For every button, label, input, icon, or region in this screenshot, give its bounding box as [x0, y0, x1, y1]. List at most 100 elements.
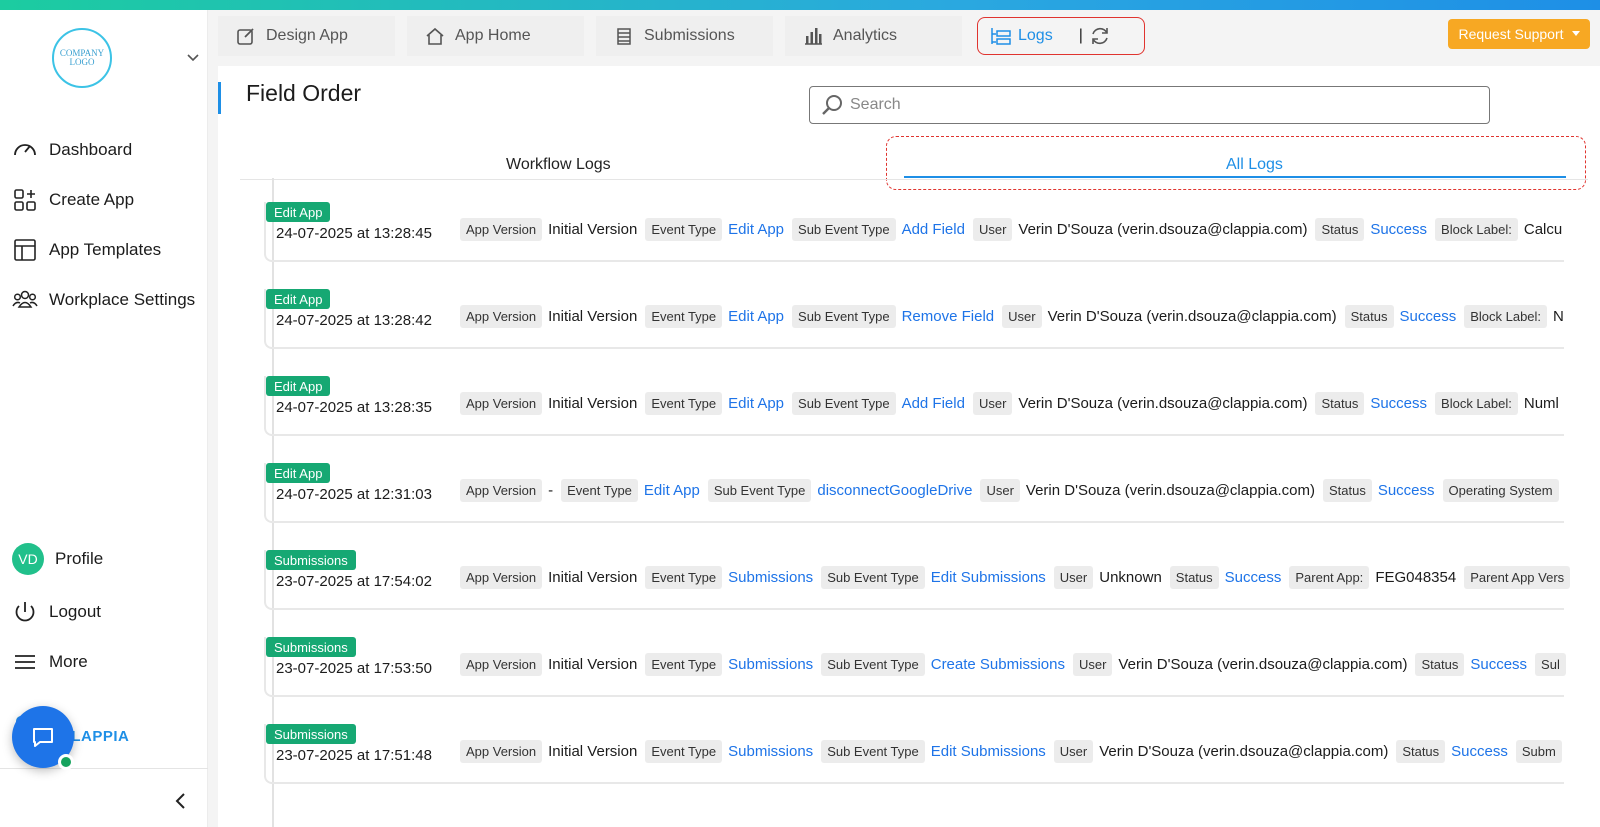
log-fields: App Version Initial Version Event Type S… [460, 653, 1566, 676]
field-link[interactable]: Remove Field [902, 308, 995, 325]
log-row[interactable]: Edit App 24-07-2025 at 13:28:42 App Vers… [264, 289, 1564, 349]
search-input[interactable] [850, 96, 1470, 114]
home-icon [426, 27, 444, 45]
sidebar-item-label: App Templates [49, 240, 162, 259]
divider [0, 768, 208, 769]
field-value: Verin D'Souza (verin.dsouza@clappia.com) [1118, 656, 1408, 673]
sidebar-item-profile[interactable]: VD Profile [12, 543, 104, 575]
field-link[interactable]: Success [1370, 395, 1427, 412]
field-label: Event Type [645, 305, 723, 328]
sidebar-item-logout[interactable]: Logout [12, 597, 101, 627]
field-link[interactable]: Edit App [728, 308, 784, 325]
sidebar-item-app-templates[interactable]: App Templates [12, 235, 161, 265]
request-support-button[interactable]: Request Support [1448, 19, 1590, 49]
tab-analytics[interactable]: Analytics [785, 16, 962, 56]
tab-label: Design App [266, 27, 348, 44]
field-label: Sub Event Type [821, 653, 925, 676]
log-fields: App Version Initial Version Event Type E… [460, 392, 1561, 415]
field-label: User [972, 218, 1013, 241]
tab-design-app[interactable]: Design App [218, 16, 395, 56]
field-label: Sub Event Type [792, 392, 896, 415]
field-link[interactable]: Success [1378, 482, 1435, 499]
field-label: Sub Event Type [792, 218, 896, 241]
chevron-down-icon[interactable] [186, 50, 200, 64]
field-link[interactable]: Create Submissions [931, 656, 1065, 673]
online-status-dot [58, 754, 74, 770]
field-label: App Version [460, 305, 543, 328]
field-value: Initial Version [548, 395, 638, 412]
field-link[interactable]: Edit Submissions [931, 569, 1046, 586]
top-gradient-bar [0, 0, 1600, 10]
content-panel: Field Order Workflow Logs All Logs Edit … [218, 66, 1600, 827]
log-row[interactable]: Submissions 23-07-2025 at 17:54:02 App V… [264, 550, 1571, 610]
search-box[interactable] [809, 86, 1490, 124]
tab-logs[interactable]: Logs | [977, 17, 1145, 55]
tab-label: App Home [455, 27, 531, 44]
field-link[interactable]: Success [1451, 743, 1508, 760]
field-label: Sul [1535, 653, 1566, 676]
log-row[interactable]: Edit App 24-07-2025 at 13:28:45 App Vers… [264, 202, 1564, 262]
field-label: Status [1415, 653, 1465, 676]
field-value: N [1553, 308, 1564, 325]
field-link[interactable]: Edit App [728, 395, 784, 412]
log-fields: App Version - Event Type Edit App Sub Ev… [460, 479, 1559, 502]
field-link[interactable]: disconnectGoogleDrive [817, 482, 972, 499]
sidebar-item-workplace-settings[interactable]: Workplace Settings [12, 285, 195, 315]
tab-separator: | [1078, 27, 1083, 44]
field-link[interactable]: Edit App [644, 482, 700, 499]
field-value: Numl [1523, 395, 1559, 412]
field-link[interactable]: Success [1225, 569, 1282, 586]
field-value: Unknown [1099, 569, 1162, 586]
collapse-sidebar-icon[interactable] [172, 792, 190, 810]
field-link[interactable]: Edit Submissions [931, 743, 1046, 760]
avatar: VD [12, 543, 44, 575]
log-row[interactable]: Submissions 23-07-2025 at 17:53:50 App V… [264, 637, 1566, 697]
users-icon [12, 290, 38, 308]
field-link[interactable]: Add Field [902, 395, 965, 412]
sidebar-item-label: Create App [49, 190, 135, 209]
event-badge: Edit App [266, 376, 331, 396]
sidebar-item-dashboard[interactable]: Dashboard [12, 135, 132, 165]
field-label: User [972, 392, 1013, 415]
field-link[interactable]: Edit App [728, 221, 784, 238]
submissions-icon [617, 28, 631, 45]
edit-icon [237, 28, 254, 45]
field-link[interactable]: Success [1470, 656, 1527, 673]
page-title: Field Order [246, 80, 362, 106]
log-row[interactable]: Edit App 24-07-2025 at 12:31:03 App Vers… [264, 463, 1564, 523]
field-label: Parent App Vers [1464, 566, 1571, 589]
field-link[interactable]: Submissions [728, 743, 813, 760]
log-timestamp: 23-07-2025 at 17:53:50 [276, 660, 432, 677]
sidebar-item-more[interactable]: More [12, 647, 88, 677]
field-label: Sub Event Type [792, 305, 896, 328]
field-link[interactable]: Success [1370, 221, 1427, 238]
field-link[interactable]: Submissions [728, 656, 813, 673]
power-icon [15, 602, 35, 622]
field-link[interactable]: Add Field [902, 221, 965, 238]
sidebar-item-label: Profile [55, 549, 104, 568]
sidebar-item-create-app[interactable]: Create App [12, 185, 134, 215]
field-link[interactable]: Submissions [728, 569, 813, 586]
create-app-icon [14, 189, 36, 211]
field-label: Status [1315, 392, 1365, 415]
field-label: Operating System [1442, 479, 1559, 502]
refresh-icon[interactable] [1089, 25, 1111, 47]
log-row[interactable]: Edit App 24-07-2025 at 13:28:35 App Vers… [264, 376, 1564, 436]
field-label: User [1002, 305, 1042, 328]
log-timestamp: 24-07-2025 at 13:28:42 [276, 312, 432, 329]
menu-icon [15, 655, 35, 669]
tab-workflow-logs[interactable]: Workflow Logs [506, 156, 611, 180]
field-label: App Version [460, 566, 543, 589]
company-logo[interactable]: COMPANY LOGO [52, 28, 112, 88]
tab-submissions[interactable]: Submissions [596, 16, 773, 56]
field-label: Sub Event Type [821, 566, 925, 589]
sidebar-item-label: Logout [49, 602, 101, 621]
field-link[interactable]: Success [1400, 308, 1457, 325]
tab-app-home[interactable]: App Home [407, 16, 584, 56]
gauge-icon [14, 144, 36, 156]
log-row[interactable]: Submissions 23-07-2025 at 17:51:48 App V… [264, 724, 1564, 784]
field-label: Block Label: [1435, 218, 1518, 241]
event-badge: Edit App [266, 463, 331, 483]
sidebar: COMPANY LOGO Dashboard Create App App Te… [0, 10, 208, 827]
event-badge: Submissions [266, 724, 356, 744]
